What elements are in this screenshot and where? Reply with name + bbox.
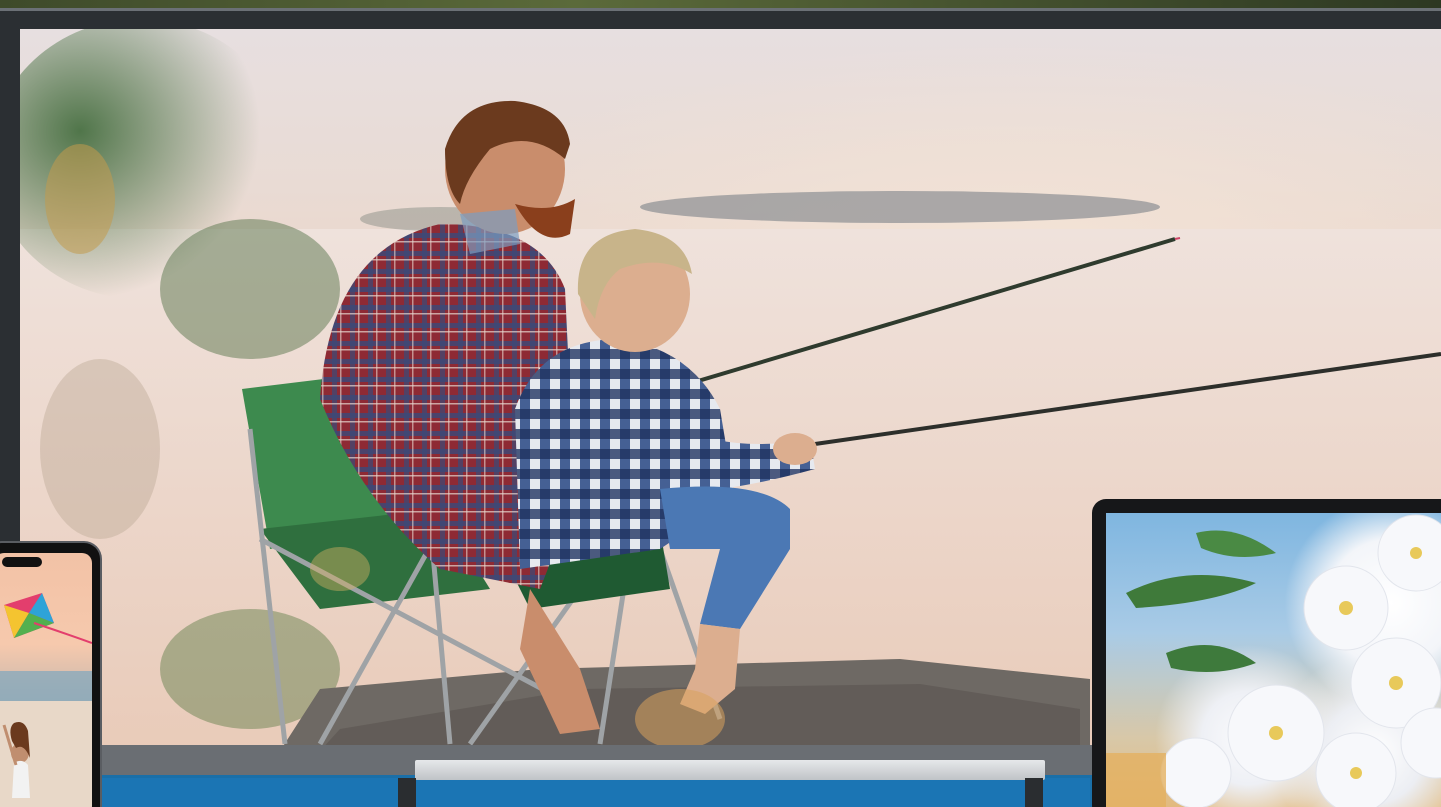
tablet-screen [1106, 513, 1441, 807]
tv-stand-leg-left [398, 778, 416, 807]
tablet [1092, 499, 1441, 807]
tv-stand-leg-right [1025, 778, 1043, 807]
tv-stand-bar [415, 760, 1045, 780]
kite-photo [0, 593, 92, 807]
flowers-photo [1106, 514, 1441, 807]
phone-screen [0, 553, 92, 807]
phone-notch [2, 557, 42, 567]
blue-base-surface [100, 778, 1090, 807]
device-mockup-scene [0, 0, 1441, 807]
smartphone [0, 543, 100, 807]
